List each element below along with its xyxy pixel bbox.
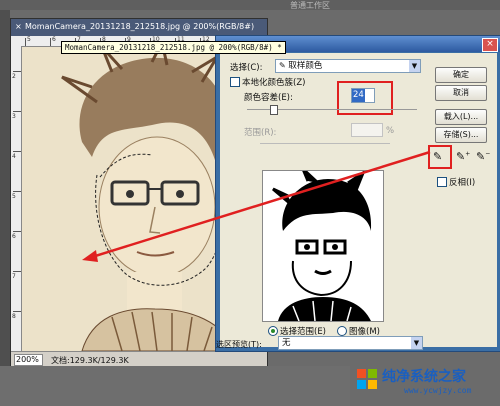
windows-logo-icon [357,369,377,389]
document-tooltip: MomanCamera_20131218_212518.jpg @ 200%(R… [61,41,286,54]
watermark-url: www.ycwjzy.com [404,386,472,395]
bottom-workspace [0,366,350,406]
watermark-brand: 纯净系统之家 [382,369,466,385]
annotation-arrow [82,150,431,262]
